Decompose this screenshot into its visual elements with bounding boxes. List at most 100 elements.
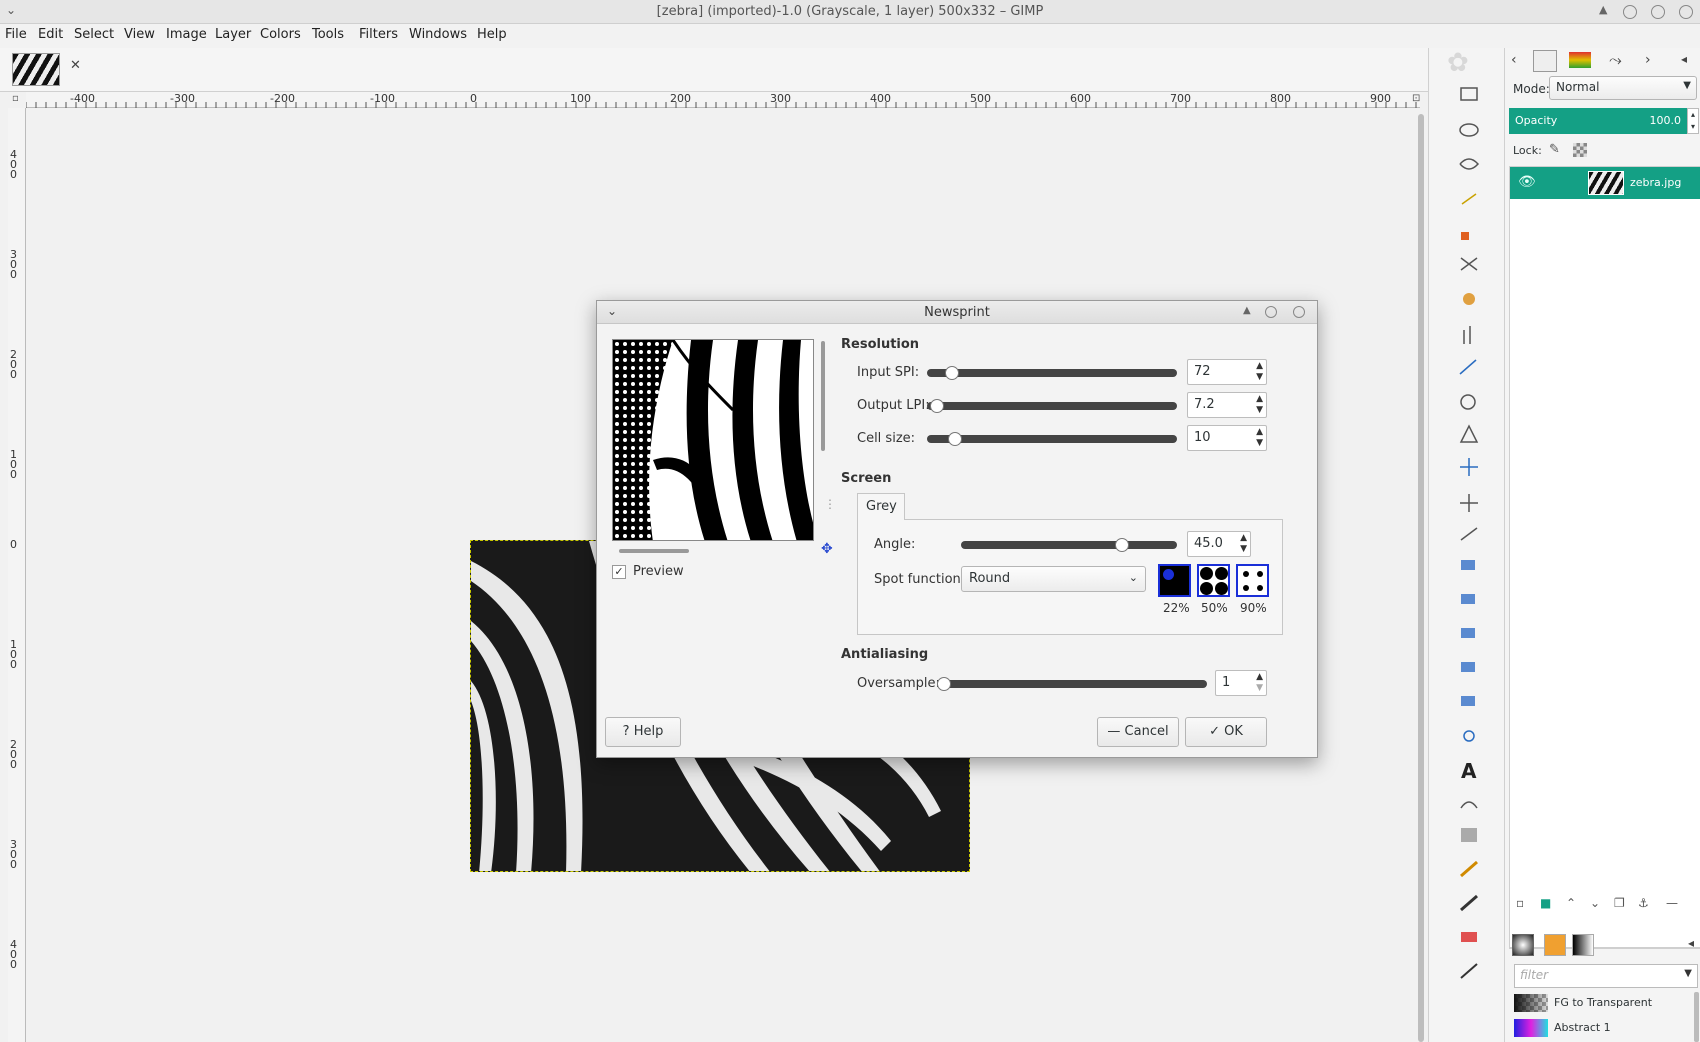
preview-checkbox[interactable]: ✓ [612,565,626,579]
spin-down-icon[interactable]: ▼ [1256,684,1263,693]
gradients-tab-icon[interactable] [1572,934,1594,956]
spin-up-icon[interactable]: ▲ [1256,673,1263,682]
spin-up-icon[interactable]: ▲ [1240,534,1247,543]
pane-resize-handle[interactable]: ⋮ [824,497,836,511]
oversample-slider-knob[interactable] [937,677,951,691]
spin-down-icon[interactable]: ▼ [1256,406,1263,415]
canvas-vertical-scrollbar[interactable] [1418,114,1424,1042]
maximize-window-button[interactable] [1651,5,1665,19]
menu-filters[interactable]: Filters [359,27,398,42]
layer-row[interactable]: 👁 zebra.jpg [1510,167,1700,199]
opacity-spin-buttons[interactable]: ▴ ▾ [1687,108,1699,134]
preview-image[interactable] [612,339,814,541]
ruler-label: -400 [70,92,95,105]
channels-tab-icon[interactable] [1569,52,1591,68]
spin-down-icon[interactable]: ▼ [1256,373,1263,382]
ok-button[interactable]: ✓ OK [1185,717,1267,747]
output-lpi-slider[interactable] [927,402,1177,410]
menu-edit[interactable]: Edit [38,27,63,42]
output-lpi-spinbox[interactable]: 7.2 ▲ ▼ [1187,392,1267,418]
gradient-filter-input[interactable]: filter ▼ [1514,964,1698,988]
oversample-spinbox[interactable]: 1 ▲ ▼ [1215,670,1267,696]
layers-tab-icon[interactable] [1533,50,1557,72]
menu-tools[interactable]: Tools [312,27,344,42]
duplicate-layer-icon[interactable]: ❐ [1614,896,1625,910]
dialog-close-button[interactable] [1293,306,1305,318]
close-image-tab-icon[interactable]: ✕ [70,58,81,73]
lower-layer-icon[interactable]: ⌄ [1590,896,1600,910]
move-icon [1460,458,1478,476]
navigate-corner-icon[interactable]: ⊡ [1412,93,1420,104]
visibility-eye-icon[interactable]: 👁 [1518,174,1536,190]
output-lpi-slider-knob[interactable] [930,399,944,413]
delete-layer-icon[interactable]: — [1666,896,1678,910]
input-spi-slider[interactable] [927,369,1177,377]
panel-configure-icon[interactable]: ◂ [1688,936,1694,950]
gradient-list-item[interactable]: FG to Transparent [1514,992,1692,1014]
menu-select[interactable]: Select [74,27,114,42]
preview-vertical-scrollbar[interactable] [821,341,825,451]
ruler-label: 4 0 0 [10,148,17,181]
spot-function-select[interactable]: Round ⌄ [961,566,1146,592]
menu-view[interactable]: View [124,27,155,42]
spot-preview-50 [1197,564,1230,597]
opacity-slider[interactable]: Opacity 100.0 [1509,108,1687,134]
spot-percentage-90: 90% [1240,601,1267,615]
close-window-button[interactable] [1679,5,1693,19]
angle-slider[interactable] [961,541,1177,549]
preview-label: Preview [633,564,684,579]
cell-size-spinbox[interactable]: 10 ▲ ▼ [1187,425,1267,451]
paths-tab-icon[interactable]: ⤳ [1609,50,1622,70]
oversample-value: 1 [1222,675,1231,690]
dock-scroll-left-icon[interactable]: ‹ [1511,52,1517,68]
angle-slider-knob[interactable] [1115,538,1129,552]
image-tab-thumbnail[interactable] [12,53,60,86]
cancel-button[interactable]: — Cancel [1097,717,1179,747]
gradient-list-item[interactable]: Abstract 1 [1514,1017,1692,1039]
new-layer-icon[interactable]: ▫ [1516,896,1524,910]
tab-grey[interactable]: Grey [857,493,905,520]
spin-up-icon[interactable]: ▲ [1256,362,1263,371]
menu-image[interactable]: Image [166,27,207,42]
preview-horizontal-scrollbar[interactable] [619,549,689,553]
new-layer-group-icon[interactable]: ■ [1540,896,1551,910]
gradient-swatch [1514,994,1548,1012]
vertical-ruler[interactable]: 4 0 0 3 0 0 2 0 0 1 0 0 0 1 0 0 2 0 0 3 … [8,108,26,1042]
menu-help[interactable]: Help [477,27,507,42]
dialog-minimize-button[interactable] [1265,306,1277,318]
dock-configure-icon[interactable]: ◂ [1681,52,1687,66]
layer-mode-select[interactable]: Normal ▼ [1549,76,1697,100]
gradient-list-scrollbar[interactable] [1694,992,1699,1042]
menu-file[interactable]: File [5,27,27,42]
help-button[interactable]: ? Help [605,717,681,747]
dialog-title-bar[interactable]: ⌄ Newsprint ▲ [597,301,1317,324]
lock-pixels-icon[interactable]: ✎ [1549,142,1560,157]
menu-colors[interactable]: Colors [260,27,301,42]
input-spi-spinbox[interactable]: 72 ▲ ▼ [1187,359,1267,385]
anchor-layer-icon[interactable]: ⚓ [1638,896,1649,910]
spin-down-icon[interactable]: ▼ [1240,545,1247,554]
layers-list[interactable]: 👁 zebra.jpg [1509,166,1700,948]
quick-mask-corner-icon[interactable]: ▫ [12,93,19,104]
cell-size-slider-knob[interactable] [948,432,962,446]
oversample-slider[interactable] [937,680,1207,688]
cell-size-slider[interactable] [927,435,1177,443]
dock-scroll-right-icon[interactable]: › [1645,52,1651,68]
dialog-shade-icon[interactable]: ▲ [1243,305,1251,316]
input-spi-slider-knob[interactable] [945,366,959,380]
brushes-tab-icon[interactable] [1512,934,1534,956]
minimize-window-button[interactable] [1623,5,1637,19]
patterns-tab-icon[interactable] [1544,934,1566,956]
menu-layer[interactable]: Layer [215,27,251,42]
menu-windows[interactable]: Windows [409,27,467,42]
spin-up-icon[interactable]: ▲ [1256,428,1263,437]
ruler-label: 900 [1370,92,1391,105]
spin-down-icon[interactable]: ▼ [1256,439,1263,448]
lock-alpha-icon[interactable] [1573,143,1587,157]
shade-window-icon[interactable]: ▲ [1599,3,1607,16]
preview-navigate-icon[interactable]: ✥ [821,541,833,557]
spin-up-icon[interactable]: ▲ [1256,395,1263,404]
horizontal-ruler[interactable]: -400 -300 -200 -100 0 100 200 300 400 50… [26,92,1420,108]
angle-spinbox[interactable]: 45.0 ▲ ▼ [1187,531,1251,557]
raise-layer-icon[interactable]: ⌃ [1566,896,1576,910]
